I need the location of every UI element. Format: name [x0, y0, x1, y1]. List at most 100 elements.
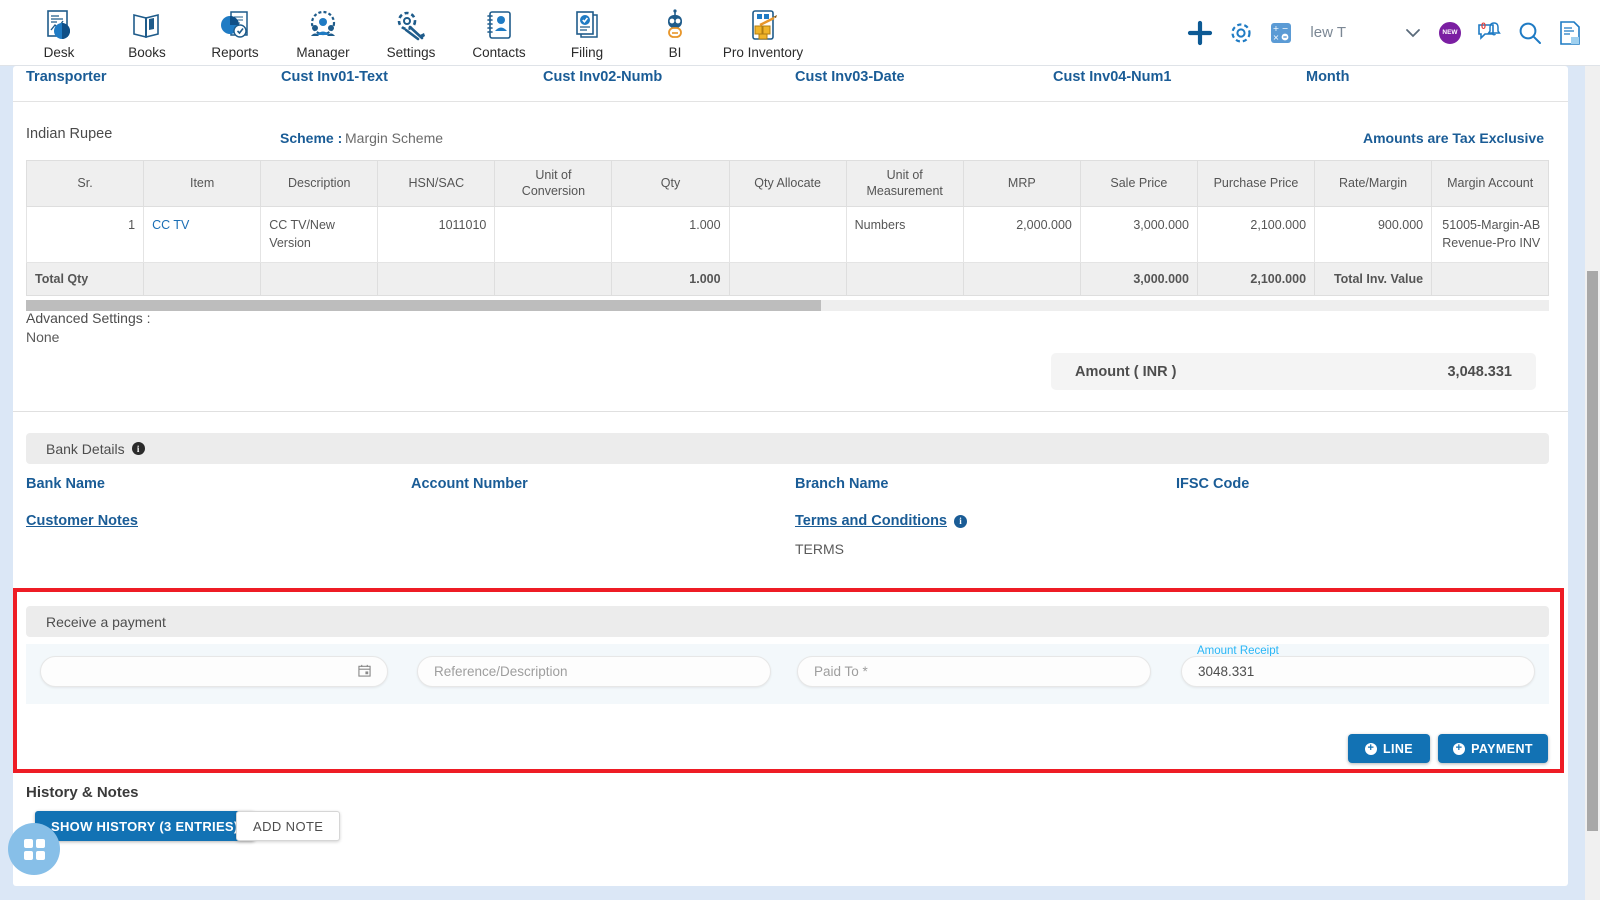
new-badge-label: NEW	[1439, 21, 1461, 44]
payment-date-input[interactable]	[40, 656, 388, 687]
user-name[interactable]: lew T	[1310, 24, 1346, 41]
svg-text:−: −	[1282, 24, 1289, 33]
nav-item-settings[interactable]: Settings	[372, 6, 450, 60]
tax-exclusive-note[interactable]: Amounts are Tax Exclusive	[1363, 130, 1544, 146]
info-icon[interactable]: i	[131, 442, 145, 455]
nav-items: Desk Books Reports Manager Settings Cont…	[0, 6, 803, 60]
terms-and-conditions-link[interactable]: Terms and Conditions	[795, 513, 947, 529]
cell-description: CC TV/New Version	[260, 206, 379, 263]
nav-label: Books	[128, 44, 166, 60]
table-row[interactable]: 1 CC TV CC TV/New Version 1011010 1.000 …	[26, 206, 1549, 263]
reference-description-input[interactable]: Reference/Description	[417, 656, 771, 687]
new-badge-icon[interactable]: NEW	[1439, 21, 1461, 44]
advanced-settings-value: None	[26, 329, 60, 345]
amount-total-box: Amount ( INR ) 3,048.331	[1051, 353, 1536, 390]
table-horizontal-scrollbar[interactable]	[26, 300, 1549, 311]
total-inv-value-label: Total Inv. Value	[1314, 261, 1433, 296]
bank-name-label[interactable]: Bank Name	[26, 476, 105, 492]
total-sale-price: 3,000.000	[1079, 261, 1198, 296]
add-payment-label: PAYMENT	[1471, 741, 1533, 756]
amount-receipt-input[interactable]: 3048.331	[1181, 656, 1535, 687]
custom-field-transporter[interactable]: Transporter	[26, 69, 107, 85]
svg-text:+: +	[1273, 24, 1280, 33]
search-icon[interactable]	[1517, 20, 1543, 46]
nav-item-reports[interactable]: Reports	[196, 6, 274, 60]
col-hsn-sac[interactable]: HSN/SAC	[377, 160, 496, 208]
total-blank-desc	[260, 261, 379, 296]
receive-payment-title: Receive a payment	[46, 613, 166, 630]
calculator-icon[interactable]: + − ×	[1269, 21, 1293, 45]
add-note-button[interactable]: ADD NOTE	[236, 811, 341, 841]
col-unit-of-measurement[interactable]: Unit of Measurement	[845, 160, 964, 208]
custom-field-cust-inv02[interactable]: Cust Inv02-Numb	[543, 69, 662, 85]
add-payment-button[interactable]: + PAYMENT	[1438, 734, 1548, 763]
nav-item-desk[interactable]: Desk	[20, 6, 98, 60]
table-total-row: Total Qty 1.000 3,000.000 2,100.000 Tota…	[26, 261, 1549, 296]
custom-field-cust-inv04[interactable]: Cust Inv04-Num1	[1053, 69, 1171, 85]
cell-margin-account: 51005-Margin-AB Revenue-Pro INV	[1431, 206, 1549, 263]
document-icon[interactable]	[1558, 20, 1582, 46]
nav-item-contacts[interactable]: Contacts	[460, 6, 538, 60]
amount-label: Amount ( INR )	[1075, 363, 1177, 380]
cell-sr: 1	[26, 206, 145, 263]
nav-item-manager[interactable]: Manager	[284, 6, 362, 60]
item-link[interactable]: CC TV	[152, 218, 189, 232]
custom-field-cust-inv03[interactable]: Cust Inv03-Date	[795, 69, 905, 85]
total-purchase-price: 2,100.000	[1196, 261, 1316, 296]
invoice-card: Transporter Cust Inv01-Text Cust Inv02-N…	[13, 66, 1568, 886]
plus-circle-icon: +	[1364, 742, 1377, 755]
nav-label: Manager	[296, 44, 350, 60]
settings-icon	[394, 8, 428, 44]
ifsc-code-label[interactable]: IFSC Code	[1176, 476, 1249, 492]
account-number-label[interactable]: Account Number	[411, 476, 528, 492]
col-qty[interactable]: Qty	[611, 160, 730, 208]
customer-notes-link[interactable]: Customer Notes	[26, 513, 138, 529]
paid-to-input[interactable]: Paid To *	[797, 656, 1151, 687]
col-purchase-price[interactable]: Purchase Price	[1196, 160, 1316, 208]
apps-grid-fab[interactable]	[8, 823, 60, 875]
paid-to-placeholder: Paid To *	[814, 664, 868, 679]
nav-label: Contacts	[472, 44, 526, 60]
total-blank-qtyalloc	[728, 261, 847, 296]
col-sr[interactable]: Sr.	[26, 160, 145, 208]
chevron-down-icon[interactable]	[1402, 22, 1424, 44]
nav-item-bi[interactable]: BI	[636, 6, 714, 60]
nav-item-filing[interactable]: Filing	[548, 6, 626, 60]
col-unit-of-conversion[interactable]: Unit of Conversion	[494, 160, 613, 208]
reference-description-placeholder: Reference/Description	[434, 664, 568, 679]
page-vertical-scrollbar[interactable]	[1585, 66, 1600, 900]
col-item[interactable]: Item	[143, 160, 262, 208]
col-mrp[interactable]: MRP	[962, 160, 1081, 208]
branch-name-label[interactable]: Branch Name	[795, 476, 888, 492]
show-history-button[interactable]: SHOW HISTORY (3 ENTRIES)	[35, 811, 255, 841]
gear-icon[interactable]	[1228, 20, 1254, 46]
col-description[interactable]: Description	[260, 160, 379, 208]
terms-info-icon[interactable]: i	[954, 514, 967, 528]
total-qty: 1.000	[611, 261, 730, 296]
total-blank-uom	[845, 261, 964, 296]
cell-rate-margin: 900.000	[1314, 206, 1433, 263]
vertical-scrollbar-thumb[interactable]	[1587, 271, 1598, 831]
currency-label: Indian Rupee	[26, 126, 113, 142]
col-qty-allocate[interactable]: Qty Allocate	[728, 160, 847, 208]
col-rate-margin[interactable]: Rate/Margin	[1314, 160, 1433, 208]
notification-count: 0	[1481, 20, 1487, 31]
total-blank-mrp	[962, 261, 1081, 296]
total-blank-uoc	[494, 261, 613, 296]
plus-circle-icon: +	[1453, 742, 1466, 755]
custom-field-month[interactable]: Month	[1306, 69, 1349, 85]
calendar-icon[interactable]	[358, 664, 371, 680]
col-sale-price[interactable]: Sale Price	[1079, 160, 1198, 208]
add-plus-icon[interactable]	[1187, 20, 1213, 46]
add-line-button[interactable]: + LINE	[1348, 734, 1430, 763]
nav-label: Filing	[570, 44, 604, 60]
notifications-icon[interactable]: 0	[1476, 20, 1502, 46]
nav-item-books[interactable]: Books	[108, 6, 186, 60]
receive-payment-section-header: Receive a payment	[26, 606, 1549, 637]
books-icon	[130, 8, 164, 44]
amount-value: 3,048.331	[1447, 363, 1512, 380]
col-margin-account[interactable]: Margin Account	[1431, 160, 1549, 208]
custom-field-cust-inv01[interactable]: Cust Inv01-Text	[281, 69, 388, 85]
receive-payment-fields-row: Reference/Description Paid To * Amount R…	[26, 644, 1549, 704]
nav-item-pro-inventory[interactable]: Pro Inventory	[723, 6, 803, 60]
